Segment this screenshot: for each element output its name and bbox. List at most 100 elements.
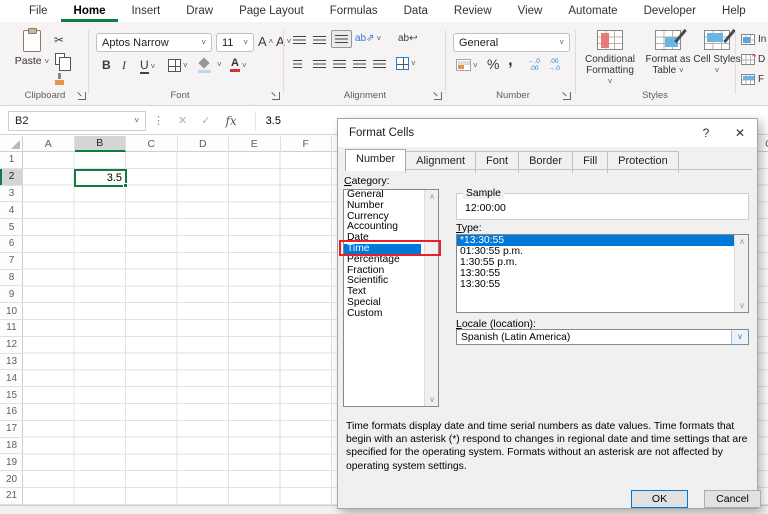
type-item-1[interactable]: 01:30:55 p.m. bbox=[457, 246, 734, 257]
row-header-18[interactable]: 18 bbox=[0, 438, 23, 455]
row-header-15[interactable]: 15 bbox=[0, 387, 23, 404]
scroll-down-icon[interactable]: ∨ bbox=[425, 393, 439, 406]
category-listbox[interactable]: GeneralNumberCurrencyAccountingDateTimeP… bbox=[343, 189, 439, 407]
font-dialog-launcher[interactable] bbox=[272, 92, 280, 100]
menu-tab-developer[interactable]: Developer bbox=[631, 1, 709, 22]
type-scrollbar[interactable]: ∧ ∨ bbox=[734, 235, 748, 312]
column-header-f[interactable]: F bbox=[281, 136, 333, 152]
clipboard-dialog-launcher[interactable] bbox=[78, 92, 86, 100]
locale-dropdown[interactable]: Spanish (Latin America) ∨ bbox=[456, 329, 749, 345]
row-header-2[interactable]: 2 bbox=[0, 169, 23, 186]
name-box[interactable]: B2 ˅ bbox=[8, 111, 146, 131]
row-header-16[interactable]: 16 bbox=[0, 404, 23, 421]
dialog-tab-number[interactable]: Number bbox=[345, 149, 406, 171]
row-header-17[interactable]: 17 bbox=[0, 421, 23, 438]
category-item-number[interactable]: Number bbox=[344, 201, 421, 212]
menu-tab-automate[interactable]: Automate bbox=[555, 1, 630, 22]
chevron-down-icon[interactable]: ∨ bbox=[731, 330, 748, 344]
row-header-8[interactable]: 8 bbox=[0, 270, 23, 287]
bottom-align-button[interactable] bbox=[331, 30, 352, 48]
italic-button[interactable]: I bbox=[122, 58, 126, 73]
type-item-3[interactable]: 13:30:55 bbox=[457, 268, 734, 279]
row-header-1[interactable]: 1 bbox=[0, 152, 23, 169]
cancel-entry-icon[interactable]: ✕ bbox=[178, 114, 187, 127]
column-header-e[interactable]: E bbox=[229, 136, 281, 152]
fill-color-button[interactable]: ˅ bbox=[198, 59, 222, 69]
alignment-dialog-launcher[interactable] bbox=[434, 92, 442, 100]
top-align-button[interactable] bbox=[293, 35, 306, 45]
row-header-5[interactable]: 5 bbox=[0, 219, 23, 236]
orientation-button[interactable]: ab⇗ ˅ bbox=[355, 33, 381, 44]
menu-tab-data[interactable]: Data bbox=[391, 1, 441, 22]
row-header-7[interactable]: 7 bbox=[0, 253, 23, 270]
menu-tab-view[interactable]: View bbox=[505, 1, 556, 22]
format-painter-button[interactable] bbox=[55, 73, 64, 85]
scroll-down-icon[interactable]: ∨ bbox=[735, 299, 749, 312]
select-all-corner[interactable] bbox=[0, 136, 23, 152]
scroll-up-icon[interactable]: ∧ bbox=[735, 235, 749, 248]
row-headers[interactable]: 12345678910111213141516171819202122 bbox=[0, 152, 23, 505]
column-header-a[interactable]: A bbox=[23, 136, 75, 152]
row-header-21[interactable]: 21 bbox=[0, 488, 23, 505]
format-as-table-button[interactable]: Format as Table ˅ bbox=[641, 30, 695, 76]
comma-style-button[interactable]: , bbox=[508, 50, 513, 70]
type-item-2[interactable]: 1:30:55 p.m. bbox=[457, 257, 734, 268]
row-header-9[interactable]: 9 bbox=[0, 286, 23, 303]
column-header-d[interactable]: D bbox=[178, 136, 230, 152]
menu-tab-review[interactable]: Review bbox=[441, 1, 505, 22]
underline-button[interactable]: U ˅ bbox=[140, 58, 155, 74]
font-color-button[interactable]: A ˅ bbox=[230, 58, 247, 72]
active-cell-b2[interactable]: 3.5 bbox=[74, 169, 127, 188]
row-header-14[interactable]: 14 bbox=[0, 370, 23, 387]
middle-align-button[interactable] bbox=[313, 35, 326, 45]
align-right-button[interactable] bbox=[333, 59, 346, 69]
decrease-decimal-button[interactable]: .00 →.0 bbox=[548, 59, 560, 72]
type-item-0[interactable]: *13:30:55 bbox=[457, 235, 734, 246]
row-header-11[interactable]: 11 bbox=[0, 320, 23, 337]
formula-bar-value[interactable]: 3.5 bbox=[255, 111, 281, 131]
grow-font-button[interactable]: A˄ bbox=[258, 34, 273, 49]
fill-handle[interactable] bbox=[123, 183, 128, 188]
row-header-3[interactable]: 3 bbox=[0, 186, 23, 203]
insert-function-icon[interactable]: fx bbox=[225, 114, 236, 128]
menu-tab-formulas[interactable]: Formulas bbox=[317, 1, 391, 22]
cut-button[interactable]: ✂ bbox=[54, 33, 64, 47]
increase-indent-button[interactable] bbox=[373, 59, 386, 69]
menu-tab-draw[interactable]: Draw bbox=[173, 1, 226, 22]
category-item-percentage[interactable]: Percentage bbox=[344, 255, 421, 266]
center-button[interactable] bbox=[313, 59, 326, 69]
merge-center-button[interactable]: ˅ bbox=[396, 57, 416, 70]
row-header-10[interactable]: 10 bbox=[0, 303, 23, 320]
row-header-20[interactable]: 20 bbox=[0, 471, 23, 488]
dots-separator-icon[interactable]: ⋮ bbox=[153, 114, 164, 127]
ok-button[interactable]: OK bbox=[631, 490, 688, 508]
row-header-4[interactable]: 4 bbox=[0, 202, 23, 219]
type-listbox[interactable]: *13:30:5501:30:55 p.m.1:30:55 p.m.13:30:… bbox=[456, 234, 749, 313]
delete-cells-button[interactable]: D bbox=[741, 54, 768, 65]
increase-decimal-button[interactable]: ←.0 .00 bbox=[528, 59, 540, 72]
borders-button[interactable]: ˅ bbox=[168, 59, 188, 72]
row-header-19[interactable]: 19 bbox=[0, 454, 23, 471]
menu-tab-home[interactable]: Home bbox=[61, 1, 119, 22]
percent-style-button[interactable]: % bbox=[487, 56, 499, 72]
category-item-custom[interactable]: Custom bbox=[344, 309, 421, 320]
menu-tab-insert[interactable]: Insert bbox=[118, 1, 173, 22]
font-size-combo[interactable]: 11 ˅ bbox=[216, 33, 254, 52]
category-scrollbar[interactable]: ∧ ∨ bbox=[424, 190, 438, 406]
insert-cells-button[interactable]: In bbox=[741, 34, 768, 45]
menu-tab-page-layout[interactable]: Page Layout bbox=[226, 1, 317, 22]
type-item-4[interactable]: 13:30:55 bbox=[457, 279, 734, 290]
accounting-format-button[interactable]: ˅ bbox=[456, 59, 478, 71]
help-icon[interactable]: ? bbox=[689, 126, 723, 140]
row-header-13[interactable]: 13 bbox=[0, 354, 23, 371]
format-cells-button[interactable]: F bbox=[741, 74, 768, 85]
decrease-indent-button[interactable] bbox=[353, 59, 366, 69]
menu-tab-help[interactable]: Help bbox=[709, 1, 759, 22]
copy-button[interactable]: ˅ bbox=[55, 53, 72, 65]
column-header-c[interactable]: C bbox=[126, 136, 178, 152]
wrap-text-button[interactable]: ab↩ bbox=[398, 33, 418, 44]
bold-button[interactable]: B bbox=[102, 58, 111, 72]
conditional-formatting-button[interactable]: Conditional Formatting ˅ bbox=[583, 30, 637, 87]
scroll-up-icon[interactable]: ∧ bbox=[425, 190, 439, 203]
column-header-b[interactable]: B bbox=[75, 136, 127, 152]
